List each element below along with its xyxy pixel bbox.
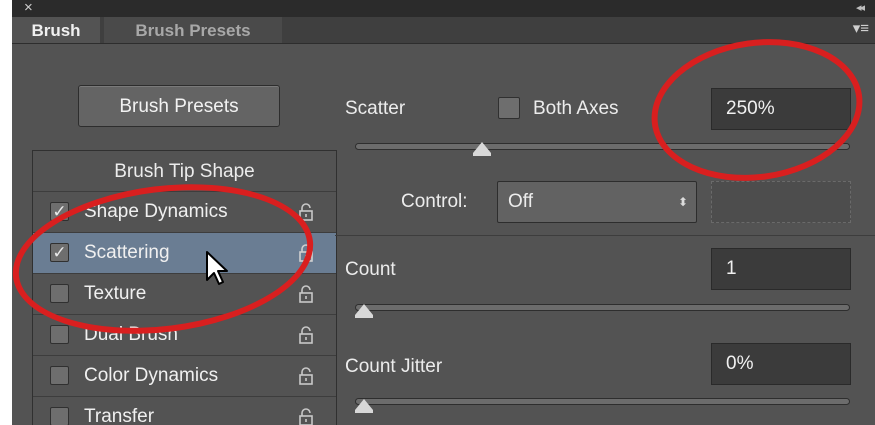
count-jitter-slider-thumb-base — [355, 410, 373, 413]
lock-icon[interactable] — [298, 408, 314, 425]
control-label: Control: — [401, 191, 468, 212]
count-jitter-label: Count Jitter — [345, 356, 443, 377]
updown-arrows-icon: ⬍ — [677, 195, 688, 209]
count-value-field[interactable]: 1 — [711, 248, 851, 290]
tab-brush-presets[interactable]: Brush Presets — [104, 17, 282, 43]
control-aux-field — [711, 181, 851, 223]
brush-presets-button[interactable]: Brush Presets — [78, 85, 280, 127]
tab-brush[interactable]: Brush — [12, 17, 100, 43]
both-axes-label: Both Axes — [533, 98, 619, 119]
scatter-slider-thumb[interactable] — [473, 142, 491, 153]
list-item-label: Transfer — [84, 406, 155, 425]
scatter-label: Scatter — [345, 98, 406, 119]
list-item-color-dynamics[interactable]: Color Dynamics — [33, 356, 336, 397]
checkbox-dual-brush[interactable] — [50, 325, 69, 344]
list-item-transfer[interactable]: Transfer — [33, 397, 336, 425]
count-slider-thumb[interactable] — [355, 304, 373, 315]
count-jitter-slider-thumb[interactable] — [355, 399, 373, 410]
lock-icon[interactable] — [298, 285, 314, 303]
count-jitter-slider-track[interactable] — [355, 398, 850, 405]
panel-menu-icon[interactable]: ▾≡ — [853, 19, 869, 39]
count-label: Count — [345, 259, 396, 280]
control-select-value: Off — [508, 191, 533, 212]
close-icon[interactable]: × — [24, 0, 33, 16]
control-select[interactable]: Off ⬍ — [497, 181, 697, 223]
count-slider-track[interactable] — [355, 304, 850, 311]
panel-titlebar: × ◂◂ — [12, 0, 875, 17]
lock-icon[interactable] — [298, 367, 314, 385]
collapse-icon[interactable]: ◂◂ — [856, 0, 865, 17]
checkbox-color-dynamics[interactable] — [50, 366, 69, 385]
count-slider-thumb-base — [355, 315, 373, 318]
lock-icon[interactable] — [298, 326, 314, 344]
list-item-label: Color Dynamics — [84, 365, 219, 386]
section-divider — [335, 235, 875, 236]
scatter-slider-thumb-base — [473, 153, 491, 156]
both-axes-checkbox[interactable] — [498, 97, 520, 119]
count-jitter-value-field[interactable]: 0% — [711, 343, 851, 385]
checkbox-transfer[interactable] — [50, 407, 69, 425]
